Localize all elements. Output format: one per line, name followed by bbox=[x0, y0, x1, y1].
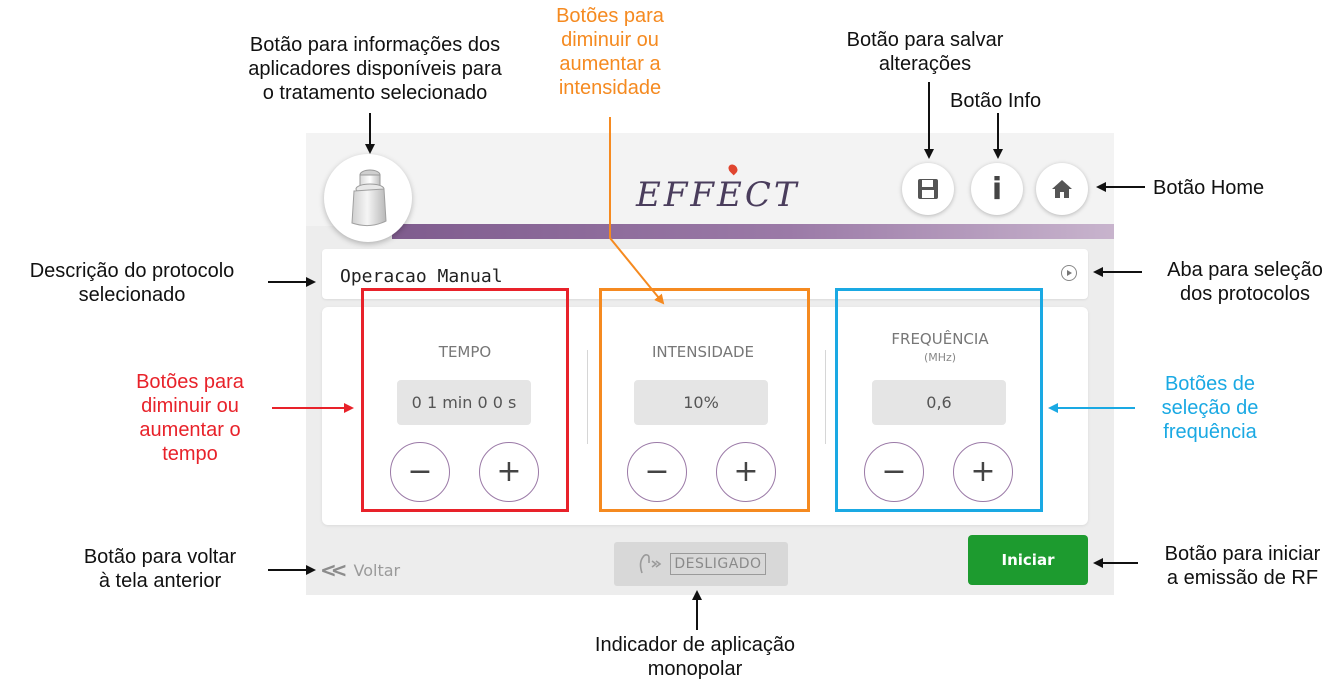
annotation-arrows bbox=[268, 82, 1145, 630]
arrow-intensity bbox=[609, 117, 665, 305]
